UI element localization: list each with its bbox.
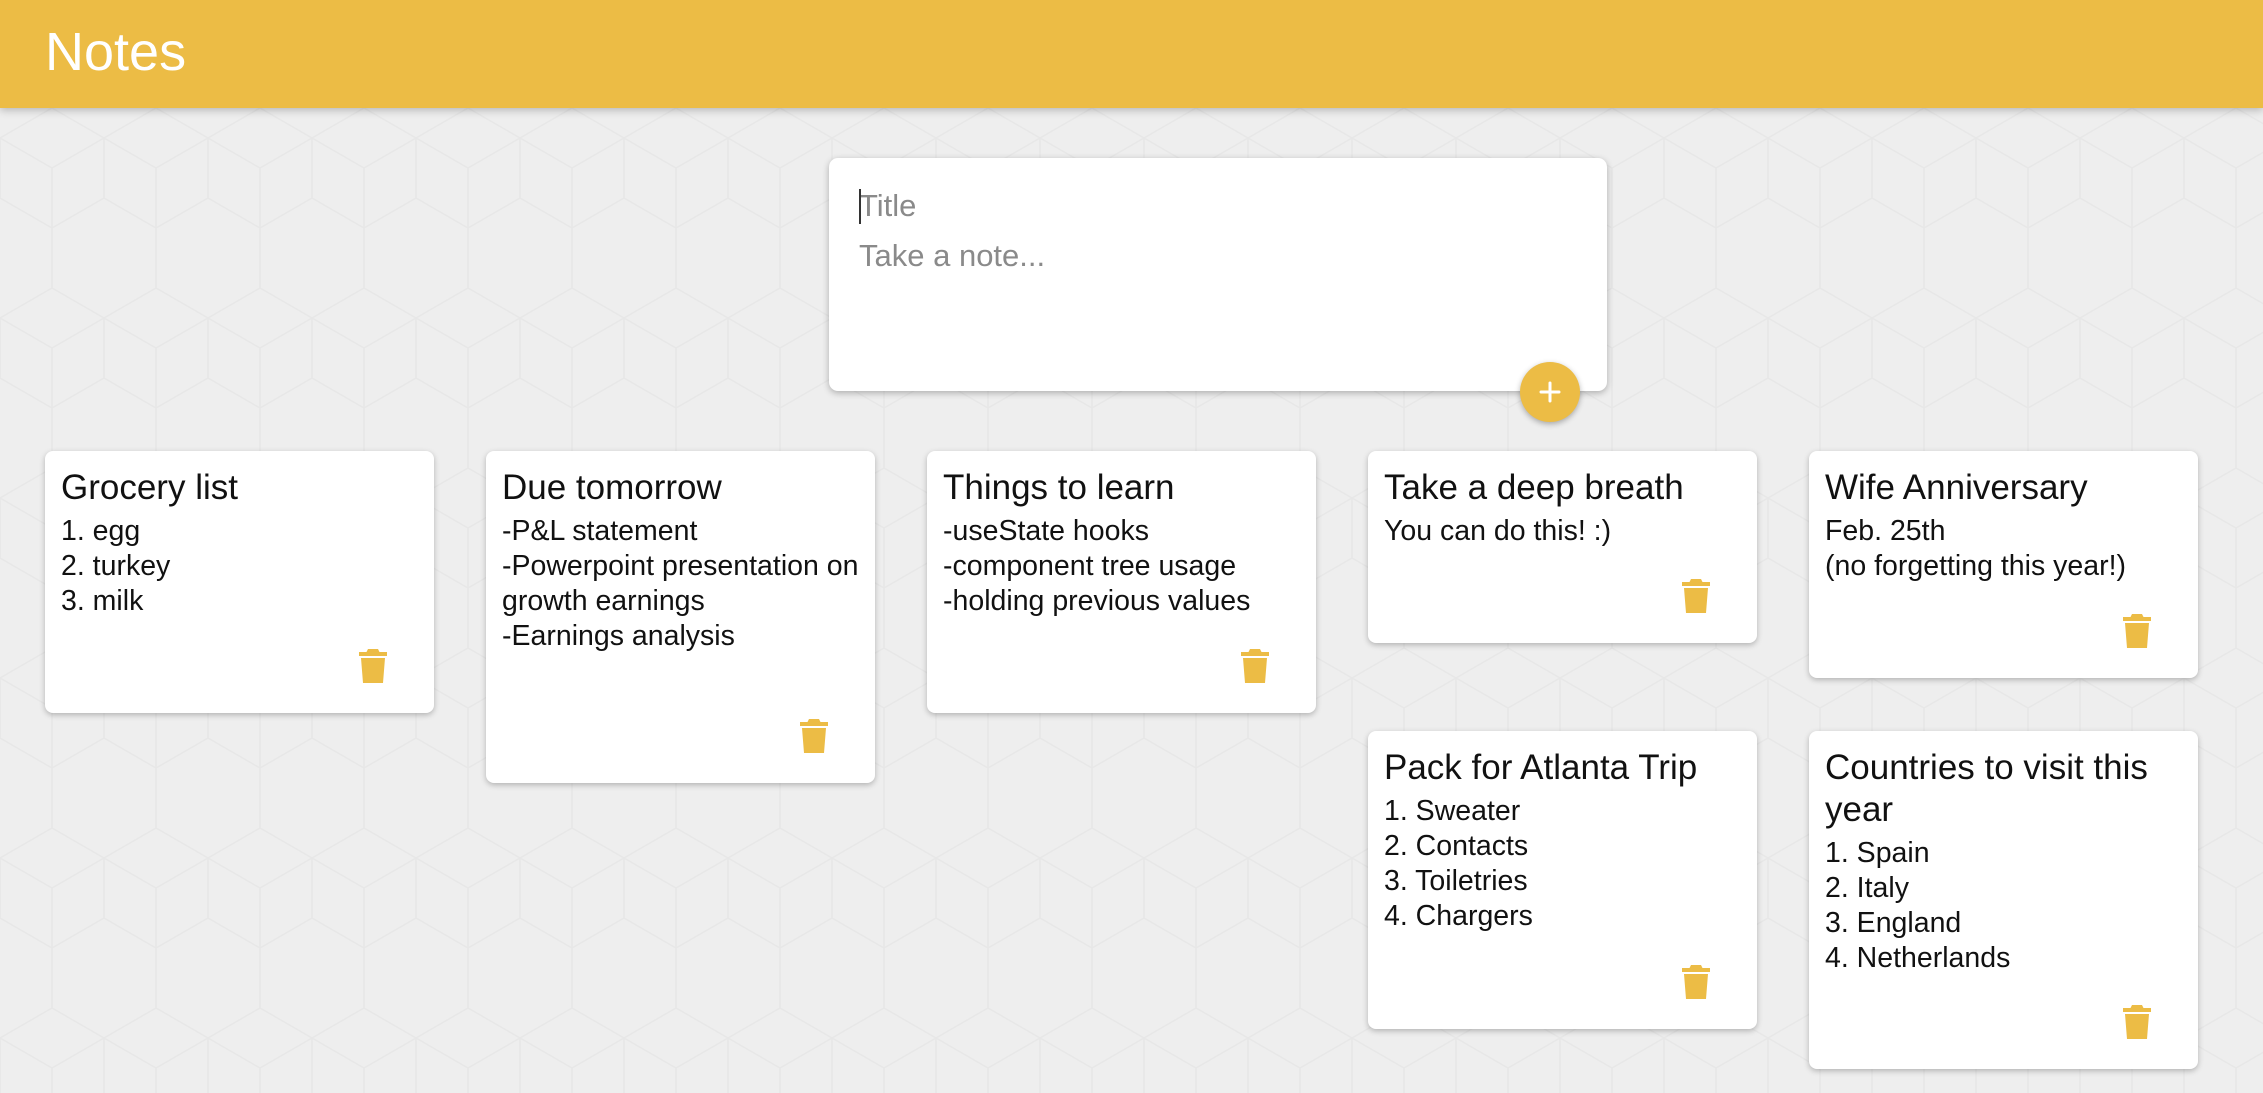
trash-icon	[1682, 965, 1710, 999]
note-card: Grocery list 1. egg 2. turkey 3. milk	[45, 451, 434, 713]
note-content: 1. egg 2. turkey 3. milk	[61, 515, 171, 617]
note-title: Countries to visit this year	[1825, 748, 2148, 829]
trash-icon	[1241, 649, 1269, 683]
note-title: Take a deep breath	[1384, 468, 1684, 507]
note-title: Wife Anniversary	[1825, 468, 2088, 507]
note-card: Countries to visit this year 1. Spain 2.…	[1809, 731, 2198, 1069]
note-content: -useState hooks -component tree usage -h…	[943, 515, 1251, 617]
note-card: Wife Anniversary Feb. 25th (no forgettin…	[1809, 451, 2198, 678]
delete-note-button[interactable]	[2123, 1005, 2151, 1039]
add-note-button[interactable]	[1520, 362, 1580, 422]
delete-note-button[interactable]	[1241, 649, 1269, 683]
app-title: Notes	[45, 22, 187, 82]
trash-icon	[2123, 1005, 2151, 1039]
note-content: Feb. 25th (no forgetting this year!)	[1825, 515, 2126, 582]
note-content-input[interactable]	[859, 236, 1559, 356]
note-content: 1. Sweater 2. Contacts 3. Toiletries 4. …	[1384, 795, 1533, 932]
plus-icon	[1539, 381, 1561, 403]
note-title: Due tomorrow	[502, 468, 722, 507]
note-card: Things to learn -useState hooks -compone…	[927, 451, 1316, 713]
delete-note-button[interactable]	[2123, 614, 2151, 648]
trash-icon	[1682, 579, 1710, 613]
note-content: 1. Spain 2. Italy 3. England 4. Netherla…	[1825, 837, 2011, 974]
delete-note-button[interactable]	[1682, 579, 1710, 613]
note-content: -P&L statement -Powerpoint presentation …	[502, 515, 859, 652]
delete-note-button[interactable]	[800, 719, 828, 753]
trash-icon	[800, 719, 828, 753]
note-card: Take a deep breath You can do this! :)	[1368, 451, 1757, 643]
note-title: Grocery list	[61, 468, 238, 507]
trash-icon	[359, 649, 387, 683]
trash-icon	[2123, 614, 2151, 648]
delete-note-button[interactable]	[359, 649, 387, 683]
create-note-form	[829, 158, 1607, 391]
note-title: Things to learn	[943, 468, 1175, 507]
note-card: Due tomorrow -P&L statement -Powerpoint …	[486, 451, 875, 783]
note-title-input[interactable]	[859, 184, 1559, 228]
note-content: You can do this! :)	[1384, 515, 1612, 547]
text-cursor	[859, 189, 861, 224]
note-card: Pack for Atlanta Trip 1. Sweater 2. Cont…	[1368, 731, 1757, 1029]
delete-note-button[interactable]	[1682, 965, 1710, 999]
note-title: Pack for Atlanta Trip	[1384, 748, 1698, 787]
app-header: Notes	[0, 0, 2263, 108]
